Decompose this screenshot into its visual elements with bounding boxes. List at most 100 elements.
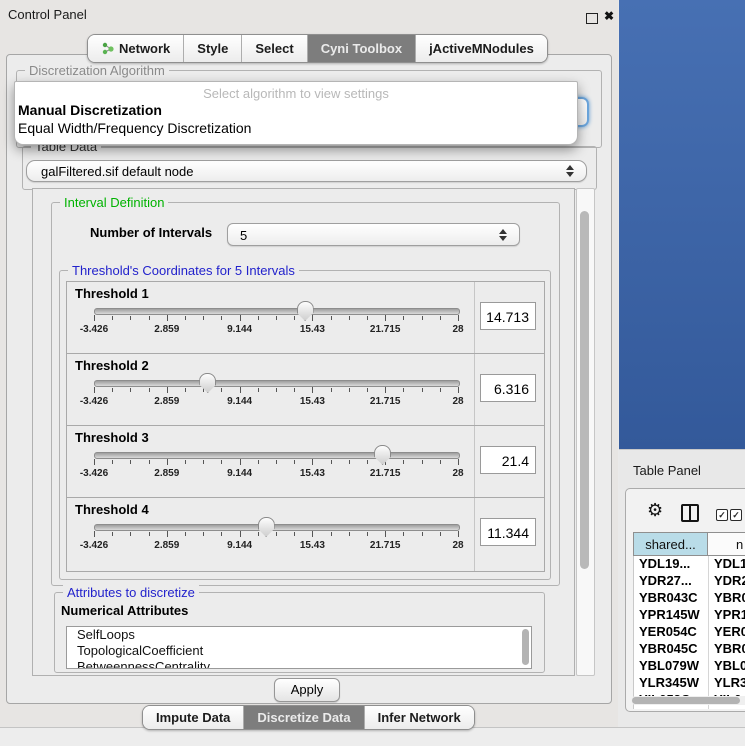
numerical-attributes-list[interactable]: SelfLoopsTopologicalCoefficientBetweenne… [66, 626, 532, 669]
tick-mark [294, 460, 295, 464]
cell-name[interactable]: YDR2 [708, 573, 745, 590]
tick-mark [403, 388, 404, 392]
cell-name[interactable]: YBR0 [708, 590, 745, 607]
tab-infer-network[interactable]: Infer Network [364, 706, 474, 729]
tick-label: 21.715 [370, 540, 401, 551]
horizontal-scrollbar[interactable] [631, 696, 745, 705]
number-of-intervals-combobox[interactable]: 5 [227, 223, 520, 246]
column-header-name[interactable]: n [708, 532, 745, 556]
tab-label: Infer Network [378, 706, 461, 729]
table-row[interactable]: YDR27...YDR2 [633, 573, 745, 590]
tick-label: -3.426 [80, 540, 108, 551]
split-columns-icon[interactable] [681, 504, 699, 522]
tick-mark [440, 532, 441, 536]
threshold-row: Threshold 2 -3.4262.8599.14415.4321.7152… [66, 353, 545, 428]
table-data-group: Table Data galFiltered.sif default node [22, 146, 597, 190]
cell-name[interactable]: YPR1 [708, 607, 745, 624]
gear-icon[interactable]: ⚙ [647, 501, 663, 519]
table-row[interactable]: YBL079WYBL0 [633, 658, 745, 675]
tab-network[interactable]: Network [88, 35, 183, 62]
threshold-row: Threshold 4 -3.4262.8599.14415.4321.7152… [66, 497, 545, 572]
tick-label: 15.43 [300, 396, 325, 407]
slider-thumb[interactable] [258, 517, 275, 537]
cell-shared-name[interactable]: YBR045C [633, 641, 708, 658]
cell-shared-name[interactable]: YBL079W [633, 658, 708, 675]
cell-shared-name[interactable]: YLR345W [633, 675, 708, 692]
slider-track[interactable] [94, 452, 460, 459]
slider-track[interactable] [94, 308, 460, 315]
cell-shared-name[interactable]: YBR043C [633, 590, 708, 607]
scrollbar-thumb[interactable] [632, 697, 740, 704]
tick-mark [258, 316, 259, 320]
tab-style[interactable]: Style [183, 35, 241, 62]
tick-label: 2.859 [154, 540, 179, 551]
cell-name[interactable]: YBR0 [708, 641, 745, 658]
checkbox-icon[interactable]: ✓ [730, 509, 742, 521]
vertical-scrollbar[interactable] [576, 188, 595, 676]
table-row[interactable]: YLR345WYLR3 [633, 675, 745, 692]
checkbox-icon[interactable]: ✓ [716, 509, 728, 521]
network-desktop: GAL80GCGAL11GAL4GCY1HHAP2 [619, 0, 745, 449]
tick-mark [112, 532, 113, 536]
tick-mark [349, 388, 350, 392]
tick-mark [385, 387, 386, 393]
tab-jactivemnodules[interactable]: jActiveMNodules [415, 35, 547, 62]
table-row[interactable]: YBR045CYBR0 [633, 641, 745, 658]
tick-mark [403, 460, 404, 464]
tick-mark [112, 460, 113, 464]
scrollbar-thumb[interactable] [580, 211, 589, 569]
table-row[interactable]: YPR145WYPR1 [633, 607, 745, 624]
network-icon [101, 42, 114, 55]
tab-select[interactable]: Select [241, 35, 306, 62]
group-title: Threshold's Coordinates for 5 Intervals [68, 263, 299, 278]
close-icon[interactable]: ✖ [604, 9, 614, 23]
popup-item-equal-width[interactable]: Equal Width/Frequency Discretization [15, 119, 577, 137]
table-row[interactable]: YBR043CYBR0 [633, 590, 745, 607]
threshold-value-field[interactable]: 6.316 [480, 374, 536, 402]
slider-track[interactable] [94, 380, 460, 387]
tick-mark [221, 460, 222, 464]
slider-thumb[interactable] [199, 373, 216, 393]
popup-header: Select algorithm to view settings [15, 82, 577, 101]
tick-label: 15.43 [300, 324, 325, 335]
thresholds-group: Threshold's Coordinates for 5 Intervals … [59, 270, 551, 580]
cell-shared-name[interactable]: YER054C [633, 624, 708, 641]
attribute-list-item[interactable]: SelfLoops [67, 627, 531, 643]
row-divider [474, 354, 475, 427]
attribute-list-item[interactable]: TopologicalCoefficient [67, 643, 531, 659]
popup-item-manual[interactable]: Manual Discretization [15, 101, 577, 119]
slider-thumb[interactable] [374, 445, 391, 465]
cell-shared-name[interactable]: YDL19... [633, 556, 708, 573]
cell-shared-name[interactable]: YDR27... [633, 573, 708, 590]
cell-name[interactable]: YLR3 [708, 675, 745, 692]
slider-thumb[interactable] [297, 301, 314, 321]
attribute-list-item[interactable]: BetweennessCentrality [67, 659, 531, 669]
cell-name[interactable]: YBL0 [708, 658, 745, 675]
threshold-row: Threshold 1 -3.4262.8599.14415.4321.7152… [66, 281, 545, 356]
list-scrollbar[interactable] [522, 629, 529, 665]
threshold-label: Threshold 2 [75, 358, 149, 373]
cell-name[interactable]: YDL1 [708, 556, 745, 573]
tick-mark [258, 532, 259, 536]
cell-name[interactable]: YER0 [708, 624, 745, 641]
tab-discretize-data[interactable]: Discretize Data [243, 706, 363, 729]
table-row[interactable]: YDL19...YDL1 [633, 556, 745, 573]
tab-impute-data[interactable]: Impute Data [143, 706, 243, 729]
threshold-value-field[interactable]: 14.713 [480, 302, 536, 330]
tick-mark [149, 316, 150, 320]
column-header-shared[interactable]: shared... [633, 532, 708, 556]
tab-cyni-toolbox[interactable]: Cyni Toolbox [307, 35, 415, 62]
tick-mark [422, 460, 423, 464]
table-data-combobox[interactable]: galFiltered.sif default node [26, 160, 587, 182]
cell-shared-name[interactable]: YPR145W [633, 607, 708, 624]
tick-mark [422, 388, 423, 392]
table-row[interactable]: YER054CYER0 [633, 624, 745, 641]
threshold-value-field[interactable]: 11.344 [480, 518, 536, 546]
control-panel-titlebar: Control Panel ✖ [0, 0, 618, 30]
slider-track[interactable] [94, 524, 460, 531]
float-window-icon[interactable] [586, 13, 598, 24]
tick-label: 28 [452, 468, 463, 479]
apply-button[interactable]: Apply [274, 678, 340, 702]
threshold-value-field[interactable]: 21.4 [480, 446, 536, 474]
tick-mark [167, 387, 168, 393]
